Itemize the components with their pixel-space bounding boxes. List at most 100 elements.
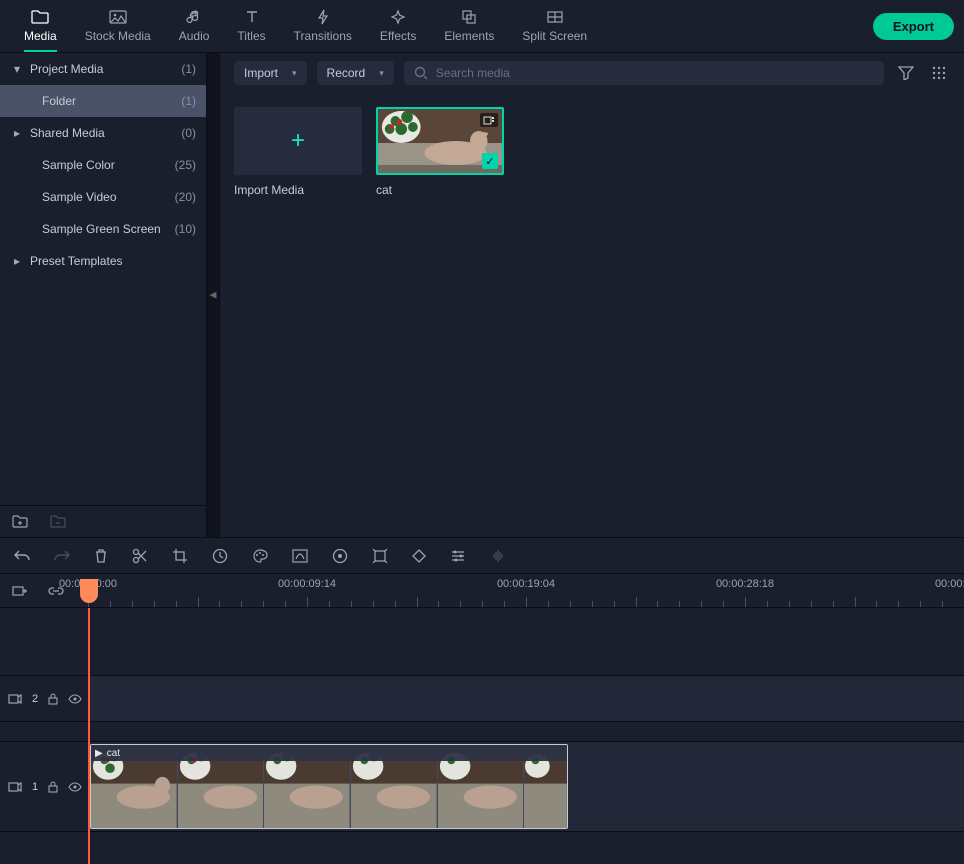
sidebar-item-shared-media[interactable]: ▸ Shared Media (0)	[0, 117, 206, 149]
ruler-timestamp: 00:00:38:08	[935, 578, 964, 590]
color-icon[interactable]	[252, 548, 268, 564]
dropdown-label: Import	[244, 66, 278, 80]
tab-label: Elements	[444, 29, 494, 43]
tab-label: Titles	[237, 29, 265, 43]
keyframe-icon[interactable]	[412, 549, 426, 563]
folder-icon	[31, 9, 49, 25]
tab-label: Audio	[179, 29, 210, 43]
eye-icon[interactable]	[68, 782, 82, 792]
chevron-right-icon: ▸	[10, 126, 24, 140]
chevron-down-icon: ▾	[10, 62, 24, 76]
sidebar-item-label: Folder	[36, 94, 181, 108]
track-number: 2	[32, 693, 38, 705]
sidebar: ▾ Project Media (1) Folder (1) ▸ Shared …	[0, 53, 206, 537]
chevron-left-icon: ◀	[210, 290, 217, 301]
tab-label: Media	[24, 29, 57, 43]
marker-icon[interactable]	[372, 548, 388, 564]
import-dropdown[interactable]: Import ▾	[234, 61, 307, 85]
chevron-down-icon: ▾	[379, 68, 384, 79]
record-voiceover-icon[interactable]	[332, 548, 348, 564]
lock-icon[interactable]	[48, 693, 58, 705]
export-button[interactable]: Export	[873, 13, 954, 40]
sidebar-item-sample-green-screen[interactable]: Sample Green Screen (10)	[0, 213, 206, 245]
plus-icon: +	[291, 127, 305, 155]
sidebar-item-project-media[interactable]: ▾ Project Media (1)	[0, 53, 206, 85]
timeline-panel: 00:00:00:0000:00:09:1400:00:19:0400:00:2…	[0, 537, 964, 864]
ruler-timestamp: 00:00:19:04	[497, 578, 555, 590]
sparkle-icon	[390, 9, 406, 25]
sidebar-item-count: (1)	[181, 62, 196, 76]
bolt-icon	[317, 9, 329, 25]
video-track-icon	[8, 694, 22, 704]
import-media-tile[interactable]: + Import Media	[234, 107, 362, 197]
sidebar-item-folder[interactable]: Folder (1)	[0, 85, 206, 117]
video-track-icon	[8, 782, 22, 792]
playhead[interactable]	[88, 608, 90, 864]
check-icon: ✓	[482, 153, 498, 169]
timeline-spacer	[0, 608, 964, 676]
tab-label: Stock Media	[85, 29, 151, 43]
add-track-icon[interactable]	[12, 584, 28, 598]
timeline-clip-cat[interactable]: ▶ cat	[90, 744, 568, 829]
delete-folder-icon[interactable]	[50, 515, 66, 529]
sidebar-item-count: (0)	[181, 126, 196, 140]
video-badge-icon	[480, 113, 498, 127]
new-folder-icon[interactable]	[12, 515, 28, 529]
tab-audio[interactable]: Audio	[165, 1, 224, 51]
tab-label: Effects	[380, 29, 416, 43]
track-video-1[interactable]: 1 ▶ cat	[0, 742, 964, 832]
media-panel: Import ▾ Record ▾	[220, 53, 964, 537]
undo-icon[interactable]	[14, 549, 30, 563]
adjust-icon[interactable]	[450, 549, 466, 563]
sidebar-item-count: (20)	[175, 190, 196, 204]
tab-transitions[interactable]: Transitions	[280, 1, 366, 51]
sidebar-item-sample-video[interactable]: Sample Video (20)	[0, 181, 206, 213]
sidebar-item-label: Sample Color	[36, 158, 175, 172]
sidebar-item-label: Project Media	[24, 62, 181, 76]
ruler-timestamp: 00:00:28:18	[716, 578, 774, 590]
track-video-2[interactable]: 2	[0, 676, 964, 722]
filter-icon[interactable]	[894, 62, 918, 84]
sidebar-item-count: (25)	[175, 158, 196, 172]
dropdown-label: Record	[327, 66, 366, 80]
search-input[interactable]	[436, 66, 874, 80]
sidebar-item-label: Sample Green Screen	[36, 222, 175, 236]
lock-icon[interactable]	[48, 781, 58, 793]
split-icon[interactable]	[132, 548, 148, 564]
sidebar-item-sample-color[interactable]: Sample Color (25)	[0, 149, 206, 181]
image-icon	[109, 9, 127, 25]
tab-split-screen[interactable]: Split Screen	[508, 1, 601, 51]
media-item-cat[interactable]: ✓ cat	[376, 107, 504, 197]
sidebar-item-count: (10)	[175, 222, 196, 236]
audio-mixer-icon[interactable]	[490, 549, 506, 563]
music-icon	[186, 9, 202, 25]
crop-icon[interactable]	[172, 548, 188, 564]
green-screen-icon[interactable]	[292, 549, 308, 563]
play-icon: ▶	[95, 748, 103, 759]
tab-titles[interactable]: Titles	[223, 1, 279, 51]
tab-media[interactable]: Media	[10, 1, 71, 51]
speed-icon[interactable]	[212, 548, 228, 564]
tab-stock-media[interactable]: Stock Media	[71, 1, 165, 51]
clip-label: cat	[107, 748, 120, 759]
tab-label: Transitions	[294, 29, 352, 43]
redo-icon[interactable]	[54, 549, 70, 563]
chevron-down-icon: ▾	[292, 68, 297, 79]
sidebar-item-preset-templates[interactable]: ▸ Preset Templates	[0, 245, 206, 277]
tab-effects[interactable]: Effects	[366, 1, 430, 51]
panel-resize-handle[interactable]: ◀	[206, 53, 220, 537]
sidebar-item-label: Shared Media	[24, 126, 181, 140]
playhead-handle[interactable]	[80, 579, 98, 603]
text-icon	[245, 9, 259, 25]
delete-icon[interactable]	[94, 548, 108, 564]
chevron-right-icon: ▸	[10, 254, 24, 268]
search-box[interactable]	[404, 61, 884, 85]
tab-elements[interactable]: Elements	[430, 1, 508, 51]
record-dropdown[interactable]: Record ▾	[317, 61, 394, 85]
grid-icon	[547, 9, 563, 25]
view-grid-icon[interactable]	[928, 62, 950, 84]
sidebar-item-label: Sample Video	[36, 190, 175, 204]
timeline-ruler[interactable]: 00:00:00:0000:00:09:1400:00:19:0400:00:2…	[88, 574, 964, 607]
search-icon	[414, 66, 428, 80]
eye-icon[interactable]	[68, 694, 82, 704]
